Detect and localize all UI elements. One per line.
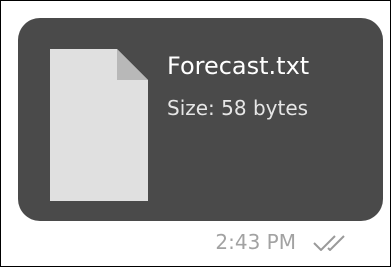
file-name: Forecast.txt [167, 52, 310, 80]
file-size: Size: 58 bytes [167, 96, 309, 120]
double-check-icon [312, 235, 357, 252]
chat-frame: Forecast.txt Size: 58 bytes 2:43 PM [0, 0, 391, 267]
file-message-bubble[interactable]: Forecast.txt Size: 58 bytes [18, 18, 383, 221]
document-icon [50, 49, 148, 201]
message-meta: 2:43 PM [1, 227, 391, 259]
message-timestamp: 2:43 PM [215, 230, 296, 254]
